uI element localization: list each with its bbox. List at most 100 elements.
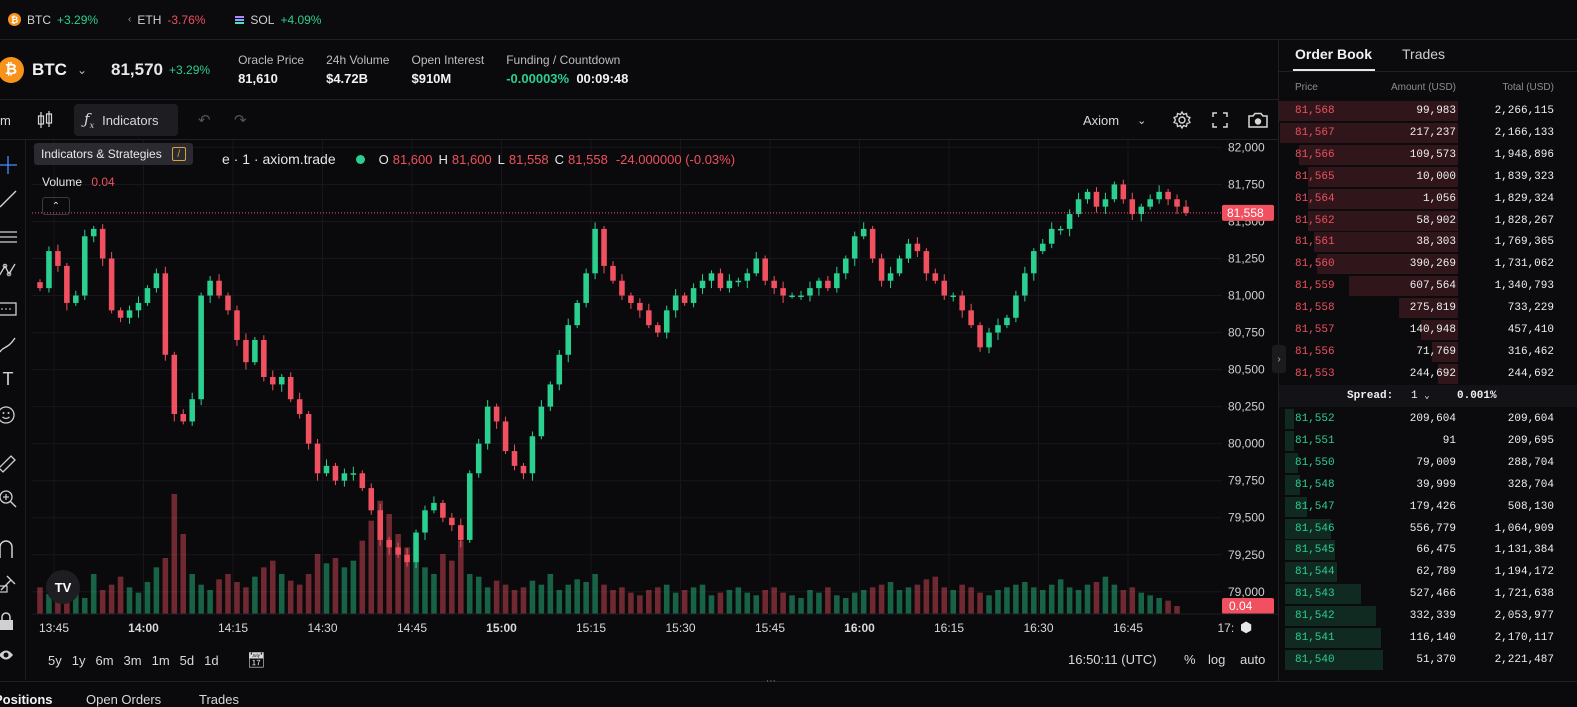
volume-bar	[484, 587, 491, 614]
ask-row[interactable]: 81,560 390,269 1,731,062	[1279, 253, 1577, 275]
undo-icon[interactable]: ↶	[198, 104, 211, 136]
ask-row[interactable]: 81,565 10,000 1,839,323	[1279, 166, 1577, 188]
bid-row[interactable]: 81,542 332,339 2,053,977	[1279, 605, 1577, 627]
bid-row[interactable]: 81,548 39,999 328,704	[1279, 474, 1577, 496]
candle-body	[717, 273, 724, 289]
bid-row[interactable]: 81,543 527,466 1,721,638	[1279, 583, 1577, 605]
market-symbol[interactable]: BTC	[32, 60, 67, 80]
range-5y[interactable]: 5y	[48, 653, 62, 668]
log-scale-toggle[interactable]: log	[1208, 652, 1225, 667]
ask-total: 1,340,793	[1494, 280, 1554, 293]
ask-row[interactable]: 81,553 244,692 244,692	[1279, 363, 1577, 385]
ask-row[interactable]: 81,566 109,573 1,948,896	[1279, 144, 1577, 166]
x-tick-label: 15:00	[486, 621, 517, 635]
ask-amount: 99,983	[1416, 105, 1456, 117]
bid-row[interactable]: 81,541 116,140 2,170,117	[1279, 627, 1577, 649]
bid-row[interactable]: 81,551 91 209,695	[1279, 430, 1577, 452]
range-1m[interactable]: 1m	[152, 653, 170, 668]
ask-row[interactable]: 81,558 275,819 733,229	[1279, 297, 1577, 319]
candle-body	[243, 339, 249, 363]
trend-line-icon[interactable]	[0, 188, 19, 210]
bottom-drag-handle-icon[interactable]: ⋯	[766, 676, 776, 687]
price-chart[interactable]: 82,000 81,750 81,500 81,250 81,000 80,750 80,5…	[26, 140, 1278, 640]
indicators-button[interactable]: ƒx Indicators	[74, 104, 178, 136]
candle-body	[511, 451, 518, 466]
ask-row[interactable]: 81,564 1,056 1,829,324	[1279, 188, 1577, 210]
interval-button[interactable]: m	[0, 104, 11, 136]
indicators-label: Indicators	[102, 112, 159, 128]
range-1y[interactable]: 1y	[72, 653, 86, 668]
bid-row[interactable]: 81,552 209,604 209,604	[1279, 408, 1577, 430]
tab-positions[interactable]: Positions	[0, 692, 53, 707]
spread-step-select[interactable]: 1 ⌄	[1411, 390, 1430, 402]
crosshair-icon[interactable]	[0, 154, 19, 176]
date-range-icon[interactable]: 📅︎	[247, 651, 266, 669]
ticker-item-btc[interactable]: ₿ BTC +3.29%	[8, 13, 98, 27]
fib-lines-icon[interactable]	[0, 226, 19, 248]
forecast-icon[interactable]	[0, 298, 19, 320]
candle-body	[458, 525, 464, 540]
ask-row[interactable]: 81,562 58,902 1,828,267	[1279, 210, 1577, 232]
bottom-panel-tabs: ⋯ Positions Open Orders Trades	[0, 676, 1577, 707]
percent-scale-toggle[interactable]: %	[1184, 652, 1196, 667]
ask-row[interactable]: 81,559 607,564 1,340,793	[1279, 275, 1577, 297]
scroll-right-icon[interactable]: ⬢	[1240, 619, 1252, 636]
volume-bar	[475, 576, 482, 614]
chart-canvas[interactable]: 82,00081,75081,50081,25081,00080,75080,5…	[26, 140, 1278, 640]
bid-row[interactable]: 81,545 66,475 1,131,384	[1279, 539, 1577, 561]
ask-row[interactable]: 81,556 71,769 316,462	[1279, 341, 1577, 363]
lock-drawings-icon[interactable]	[0, 572, 19, 594]
redo-icon[interactable]: ↷	[234, 104, 247, 136]
chart-source-select[interactable]: Axiom ⌄	[1083, 104, 1146, 136]
collapse-legend-button[interactable]: ⌃	[42, 197, 70, 215]
bid-amount: 527,466	[1409, 588, 1456, 601]
lock-icon[interactable]	[0, 610, 19, 632]
bid-row[interactable]: 81,544 62,789 1,194,172	[1279, 561, 1577, 583]
ticker-item-eth[interactable]: ‹ ETH -3.76%	[128, 13, 205, 27]
range-1d[interactable]: 1d	[204, 653, 218, 668]
tab-trades[interactable]: Trades	[1402, 46, 1445, 62]
y-tick-label: 79,500	[1228, 511, 1265, 525]
tab-trades[interactable]: Trades	[199, 692, 239, 707]
bid-row[interactable]: 81,546 556,779 1,064,909	[1279, 518, 1577, 540]
tradingview-logo[interactable]: TV	[46, 570, 80, 604]
emoji-icon[interactable]	[0, 404, 19, 426]
chevron-down-icon[interactable]: ⌄	[77, 63, 87, 77]
ask-row[interactable]: 81,567 217,237 2,166,133	[1279, 122, 1577, 144]
brush-icon[interactable]	[0, 334, 19, 356]
candle-type-icon[interactable]	[36, 104, 54, 136]
bid-row[interactable]: 81,540 51,370 2,221,487	[1279, 649, 1577, 671]
fullscreen-icon[interactable]	[1211, 104, 1229, 136]
ask-row[interactable]: 81,557 140,948 457,410	[1279, 319, 1577, 341]
ruler-icon[interactable]	[0, 452, 19, 474]
ticker-item-sol[interactable]: SOL +4.09%	[235, 13, 321, 27]
bid-row[interactable]: 81,547 179,426 508,130	[1279, 496, 1577, 518]
pattern-icon[interactable]	[0, 260, 19, 282]
tab-order-book[interactable]: Order Book	[1295, 46, 1372, 62]
volume-bar	[225, 574, 231, 614]
range-3m[interactable]: 3m	[124, 653, 142, 668]
text-tool-icon[interactable]: T	[0, 369, 19, 391]
active-tab-indicator	[1293, 69, 1375, 71]
zoom-in-icon[interactable]	[0, 488, 19, 510]
volume-bar	[690, 587, 697, 614]
eye-icon[interactable]	[0, 644, 19, 666]
ask-row[interactable]: 81,568 99,983 2,266,115	[1279, 100, 1577, 122]
volume-bar	[556, 590, 563, 614]
ask-amount: 275,819	[1409, 302, 1456, 315]
settings-gear-icon[interactable]	[1172, 104, 1192, 136]
ask-row[interactable]: 81,561 38,303 1,769,365	[1279, 231, 1577, 253]
tab-open-orders[interactable]: Open Orders	[86, 692, 161, 707]
bid-row[interactable]: 81,550 79,009 288,704	[1279, 452, 1577, 474]
candle-body	[699, 280, 706, 289]
ask-price: 81,553	[1295, 367, 1335, 380]
chart-clock[interactable]: 16:50:11 (UTC)	[1068, 652, 1157, 667]
magnet-icon[interactable]	[0, 538, 19, 560]
camera-icon[interactable]	[1247, 104, 1269, 136]
range-5d[interactable]: 5d	[180, 653, 194, 668]
range-6m[interactable]: 6m	[95, 653, 113, 668]
volume-bar	[959, 584, 965, 614]
volume-bar	[1004, 587, 1010, 614]
auto-scale-toggle[interactable]: auto	[1240, 652, 1265, 667]
collapse-panel-button[interactable]: ›	[1272, 345, 1286, 373]
